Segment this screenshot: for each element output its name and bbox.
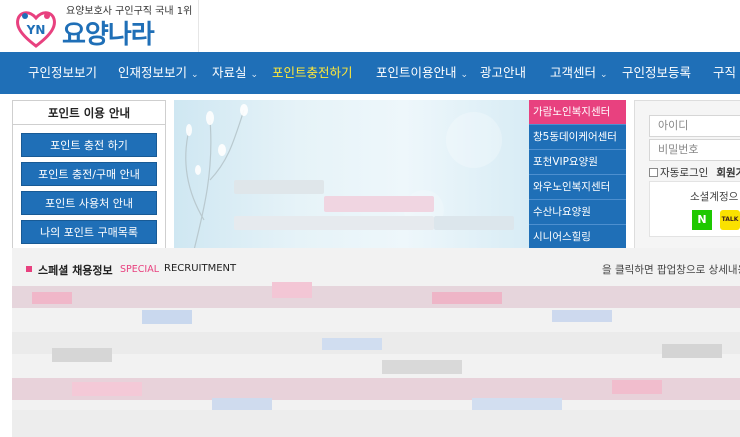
mosaic-tile xyxy=(472,398,562,410)
logo-heart-icon: YN xyxy=(16,11,56,48)
auto-login-row: 자동로그인 회원가 xyxy=(649,165,740,180)
nav-label: 포인트충전하기 xyxy=(272,65,353,80)
mosaic-tile xyxy=(322,338,382,350)
mosaic-tile xyxy=(612,380,662,394)
header-divider xyxy=(198,0,199,52)
point-guide-title: 포인트 이용 안내 xyxy=(13,101,165,125)
chevron-down-icon: ⌄ xyxy=(191,70,199,80)
mosaic-tile xyxy=(52,348,112,362)
mosaic-tile xyxy=(72,382,142,396)
my-point-history-button[interactable]: 나의 포인트 구매목록 xyxy=(21,220,157,244)
facility-item[interactable]: 시니어스힐링 xyxy=(529,225,626,250)
nav-label: 인재정보보기 xyxy=(118,65,188,80)
nav-item-job-seek[interactable]: 구직 xyxy=(713,52,736,94)
special-recruitment-header: 스페셜 채용정보 SPECIAL RECRUITMENT 을 클릭하면 팝업창으… xyxy=(12,260,740,278)
point-purchase-guide-button[interactable]: 포인트 충전/구매 안내 xyxy=(21,162,157,186)
nav-label: 자료실 xyxy=(212,65,247,80)
special-recruitment-note: 을 클릭하면 팝업창으로 상세내용을 보 xyxy=(602,264,740,276)
special-tag: SPECIAL xyxy=(120,264,159,275)
kakao-login-icon[interactable]: TALK xyxy=(720,210,740,230)
header: YN 요양보호사 구인구직 국내 1위 요양나라 xyxy=(0,0,740,52)
facility-list: 가람노인복지센터 창5동데이케어센터 포천VIP요양원 와우노인복지센터 수산나… xyxy=(529,100,626,250)
mosaic-tile xyxy=(32,292,72,304)
chevron-down-icon: ⌄ xyxy=(600,70,608,80)
bullet-square-icon xyxy=(26,266,32,272)
nav-item-resources[interactable]: 자료실 ⌄ xyxy=(212,52,258,94)
mosaic-tile xyxy=(272,282,312,298)
mosaic-tile xyxy=(662,344,722,358)
banner-blurred-text xyxy=(324,196,434,212)
point-guide-box: 포인트 이용 안내 포인트 충전 하기 포인트 충전/구매 안내 포인트 사용처… xyxy=(12,100,166,250)
nav-item-post-job[interactable]: 구인정보등록 xyxy=(622,52,691,94)
point-charge-button[interactable]: 포인트 충전 하기 xyxy=(21,133,157,157)
mosaic-tile xyxy=(382,360,462,374)
banner-blurred-text xyxy=(234,180,324,194)
logo-badge-text: YN xyxy=(26,23,46,37)
special-recruitment-title: 스페셜 채용정보 xyxy=(38,264,113,277)
recruitment-tag: RECRUITMENT xyxy=(164,263,237,274)
mosaic-tile xyxy=(432,292,502,304)
facility-item[interactable]: 창5동데이케어센터 xyxy=(529,125,626,150)
mosaic-band xyxy=(12,286,740,308)
mosaic-band xyxy=(12,410,740,437)
nav-label: 구인정보등록 xyxy=(622,65,692,80)
facility-item[interactable]: 포천VIP요양원 xyxy=(529,150,626,175)
page: YN 요양보호사 구인구직 국내 1위 요양나라 구인정보보기 인재정보보기 ⌄ … xyxy=(0,0,740,437)
nav-label: 포인트이용안내 xyxy=(376,65,457,80)
logo-name: 요양나라 xyxy=(62,20,155,50)
social-login-box: 소셜계정으 N TALK xyxy=(649,181,740,237)
auto-login-label: 자동로그인 xyxy=(660,167,709,179)
mosaic-tile xyxy=(552,310,612,322)
banner-blurred-text xyxy=(434,216,514,230)
login-panel: 아이디 비밀번호 자동로그인 회원가 소셜계정으 N TALK xyxy=(634,100,740,250)
nav-item-ad-guide[interactable]: 광고안내 xyxy=(480,52,526,94)
facility-item[interactable]: 수산나요양원 xyxy=(529,200,626,225)
facility-item[interactable]: 가람노인복지센터 xyxy=(529,100,626,125)
social-login-label: 소셜계정으 xyxy=(690,191,739,203)
nav-item-job-listings[interactable]: 구인정보보기 xyxy=(28,52,97,94)
main-nav: 구인정보보기 인재정보보기 ⌄ 자료실 ⌄ 포인트충전하기 포인트이용안내 ⌄ 광고안… xyxy=(0,52,740,94)
nav-item-point-guide[interactable]: 포인트이용안내 ⌄ xyxy=(376,52,468,94)
join-link[interactable]: 회원가 xyxy=(716,167,740,179)
chevron-down-icon: ⌄ xyxy=(250,70,259,80)
logo[interactable]: YN 요양보호사 구인구직 국내 1위 요양나라 xyxy=(16,2,196,50)
nav-label: 구인정보보기 xyxy=(28,65,98,80)
nav-label: 고객센터 xyxy=(550,65,597,80)
user-id-input[interactable]: 아이디 xyxy=(649,115,740,137)
nav-label: 구직 xyxy=(713,65,737,80)
point-usage-guide-button[interactable]: 포인트 사용처 안내 xyxy=(21,191,157,215)
main-banner[interactable] xyxy=(174,100,529,250)
nav-label: 광고안내 xyxy=(480,65,527,80)
nav-item-customer-center[interactable]: 고객센터 ⌄ xyxy=(550,52,608,94)
chevron-down-icon: ⌄ xyxy=(460,70,469,80)
naver-login-icon[interactable]: N xyxy=(692,210,712,230)
mosaic-tile xyxy=(142,310,192,324)
auto-login-checkbox[interactable] xyxy=(649,168,658,177)
mosaic-tile xyxy=(212,398,272,410)
nav-item-talent[interactable]: 인재정보보기 ⌄ xyxy=(118,52,199,94)
password-input[interactable]: 비밀번호 xyxy=(649,139,740,161)
nav-item-point-charge[interactable]: 포인트충전하기 xyxy=(272,52,353,94)
banner-blurred-text xyxy=(234,216,434,230)
facility-item[interactable]: 와우노인복지센터 xyxy=(529,175,626,200)
